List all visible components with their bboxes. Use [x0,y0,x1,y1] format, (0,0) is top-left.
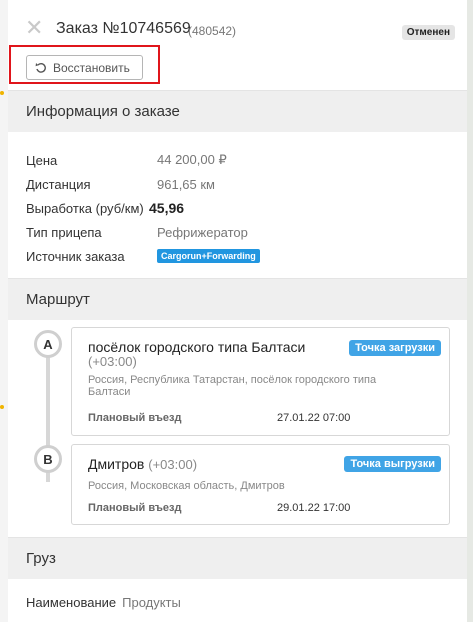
order-details-panel: ✕ Заказ №10746569 (480542) Отменен Восст… [8,0,467,622]
route: A посёлок городского типа Балтаси (+03:0… [8,320,467,537]
price-value: 44 200,00 ₽ [157,152,227,167]
cargo-value: Продукты [122,595,181,610]
section-cargo-title: Груз [8,537,467,579]
restore-button-label: Восстановить [53,60,130,75]
status-badge: Отменен [401,25,455,40]
route-timezone: (+03:00) [88,354,137,369]
panel-header: ✕ Заказ №10746569 (480542) Отменен Восст… [8,0,467,90]
route-timezone: (+03:00) [148,457,198,472]
route-marker-b: B [34,445,62,473]
rate-value: 45,96 [149,200,185,216]
route-point-city: Дмитров (+03:00) [88,457,338,472]
cargo-info: Наименование Продукты [8,579,467,622]
info-label: Цена [26,152,58,168]
route-point-address: Россия, Московская область, Дмитров [88,480,285,492]
info-row-trailer: Тип прицепа Рефрижератор [26,220,449,244]
info-label: Тип прицепа [26,224,102,240]
order-info: Цена 44 200,00 ₽ Дистанция 961,65 км Выр… [8,132,467,278]
route-city-text: посёлок городского типа Балтаси [88,339,306,355]
info-row-price: Цена 44 200,00 ₽ [26,148,449,172]
route-plan-label: Плановый въезд [88,502,182,514]
info-label: Дистанция [26,176,91,192]
route-plan-value: 27.01.22 07:00 [277,412,351,424]
restore-button[interactable]: Восстановить [26,55,143,80]
info-label: Выработка (руб/км) [26,200,144,216]
info-row-distance: Дистанция 961,65 км [26,172,449,196]
info-label: Источник заказа [26,248,125,264]
section-route-title: Маршрут [8,278,467,320]
route-city-text: Дмитров [88,456,145,472]
info-row-rate: Выработка (руб/км) 45,96 [26,196,449,220]
map-marker-dot [0,405,4,409]
section-order-info-title: Информация о заказе [8,90,467,132]
trailer-value: Рефрижератор [157,224,248,240]
route-point-card[interactable]: Дмитров (+03:00) Россия, Московская обла… [71,444,450,525]
order-subtitle: (480542) [188,24,237,38]
map-marker-dot [0,91,4,95]
route-marker-a: A [34,330,62,358]
route-plan-value: 29.01.22 17:00 [277,502,351,514]
undo-icon [35,62,46,73]
route-point-city: посёлок городского типа Балтаси (+03:00) [88,340,338,369]
order-title: Заказ №10746569 [56,20,191,37]
close-icon[interactable]: ✕ [25,17,45,39]
route-point-card[interactable]: посёлок городского типа Балтаси (+03:00)… [71,327,450,436]
route-point-type-badge: Точка выгрузки [344,456,441,472]
route-point-type-badge: Точка загрузки [349,340,441,356]
route-plan-label: Плановый въезд [88,412,182,424]
distance-value: 961,65 км [157,176,215,192]
source-badge: Cargorun+Forwarding [157,249,260,263]
info-row-source: Источник заказа Cargorun+Forwarding [26,244,449,268]
route-point-address: Россия, Республика Татарстан, посёлок го… [88,374,377,398]
cargo-label: Наименование [26,595,117,610]
